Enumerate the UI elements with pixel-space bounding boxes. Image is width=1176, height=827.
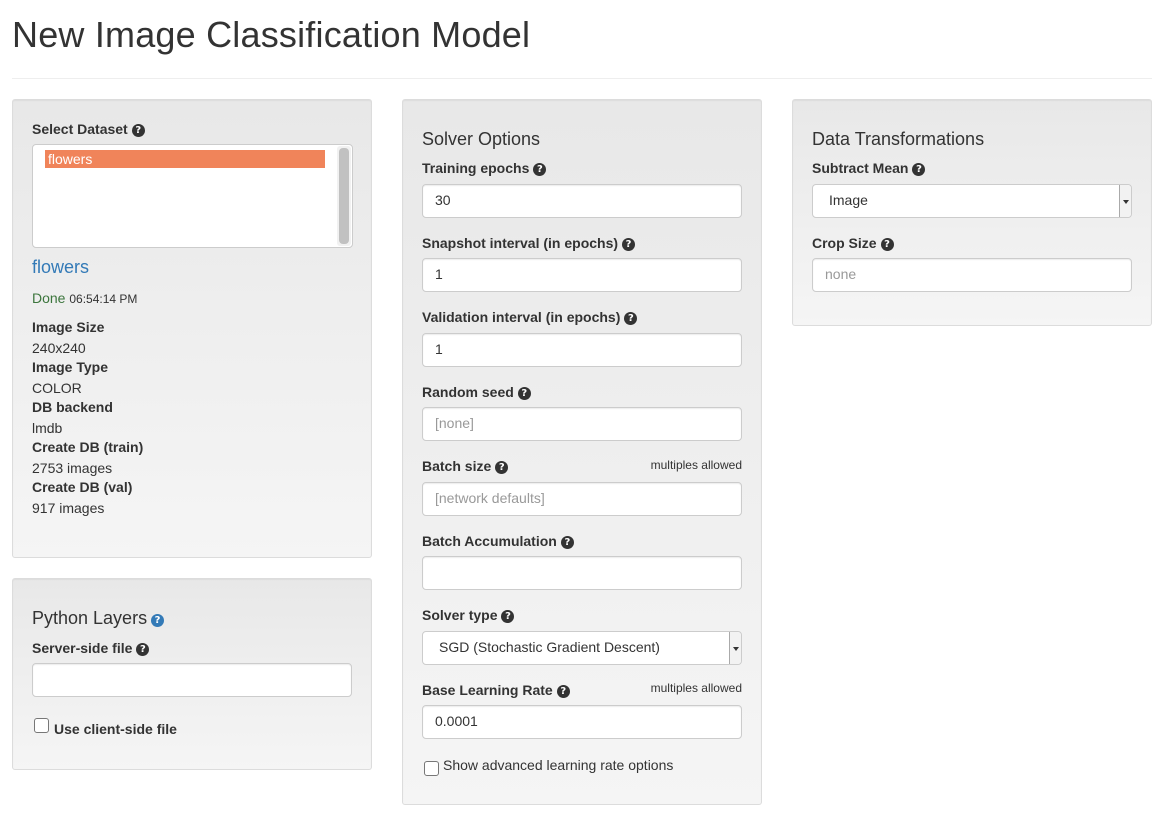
advanced-lr-checkbox[interactable] <box>424 761 439 776</box>
subtract-mean-label: Subtract Mean? <box>812 160 926 176</box>
detail-value: 2753 images <box>32 460 113 476</box>
training-epochs-input[interactable]: 30 <box>422 184 742 218</box>
client-file-label: Use client-side file <box>54 721 177 737</box>
select-dataset-label: Select Dataset? <box>32 121 145 137</box>
solver-type-value: SGD (Stochastic Gradient Descent) <box>439 639 660 655</box>
scrollbar-thumb[interactable] <box>339 148 349 244</box>
help-icon[interactable]: ? <box>556 685 570 698</box>
batch-size-note: multiples allowed <box>650 458 742 472</box>
server-file-label: Server-side file? <box>32 640 150 656</box>
help-icon[interactable]: ? <box>501 610 515 623</box>
help-icon[interactable]: ? <box>495 461 509 474</box>
detail-label: Create DB (train) <box>32 439 144 455</box>
batch-size-input[interactable]: [network defaults] <box>422 482 742 516</box>
help-icon[interactable]: ? <box>517 387 531 400</box>
subtract-mean-select[interactable]: Image <box>812 184 1132 218</box>
detail-label: Image Type <box>32 359 108 375</box>
crop-size-input[interactable]: none <box>812 258 1132 292</box>
random-seed-label: Random seed? <box>422 384 531 400</box>
help-icon[interactable]: ? <box>880 238 894 251</box>
batch-accumulation-input[interactable] <box>422 556 742 590</box>
validation-interval-input[interactable]: 1 <box>422 333 742 367</box>
client-file-checkbox[interactable] <box>34 718 49 733</box>
advanced-lr-label: Show advanced learning rate options <box>443 757 674 773</box>
detail-value: COLOR <box>32 380 82 396</box>
dataset-link[interactable]: flowers <box>32 257 89 278</box>
detail-label: Image Size <box>32 319 105 335</box>
dataset-panel: Select Dataset? flowers flowers Done 06:… <box>12 99 372 558</box>
python-layers-panel: Python Layers? Server-side file? Use cli… <box>12 578 372 770</box>
base-lr-input[interactable]: 0.0001 <box>422 705 742 739</box>
batch-accumulation-label: Batch Accumulation? <box>422 533 574 549</box>
validation-interval-label: Validation interval (in epochs)? <box>422 309 638 325</box>
transforms-panel: Data Transformations Subtract Mean? Imag… <box>792 99 1152 326</box>
detail-value: 917 images <box>32 500 105 516</box>
title-divider <box>12 78 1152 79</box>
page-title: New Image Classification Model <box>12 14 531 55</box>
transforms-heading: Data Transformations <box>812 129 985 149</box>
chevron-down-icon[interactable] <box>729 632 741 664</box>
help-icon[interactable]: ? <box>136 643 150 656</box>
random-seed-input[interactable]: [none] <box>422 407 742 441</box>
crop-size-label: Crop Size? <box>812 235 894 251</box>
help-icon[interactable]: ? <box>151 614 165 627</box>
solver-panel: Solver Options Training epochs? 30 Snaps… <box>402 99 762 805</box>
help-icon[interactable]: ? <box>624 312 638 325</box>
dataset-listbox[interactable]: flowers <box>32 144 353 248</box>
status-time: 06:54:14 PM <box>69 292 138 306</box>
help-icon[interactable]: ? <box>560 536 574 549</box>
python-layers-heading: Python Layers? <box>32 608 165 629</box>
solver-type-label: Solver type? <box>422 607 515 623</box>
detail-label: Create DB (val) <box>32 479 133 495</box>
detail-value: 240x240 <box>32 340 86 356</box>
solver-heading: Solver Options <box>422 129 541 149</box>
chevron-down-icon[interactable] <box>1119 185 1131 217</box>
listbox-scrollbar[interactable] <box>337 146 351 246</box>
detail-label: DB backend <box>32 399 113 415</box>
help-icon[interactable]: ? <box>912 163 926 176</box>
help-icon[interactable]: ? <box>533 163 547 176</box>
status-done: Done <box>32 290 66 306</box>
detail-value: lmdb <box>32 420 63 436</box>
batch-size-label: Batch size? <box>422 458 509 474</box>
subtract-mean-value: Image <box>829 192 868 208</box>
snapshot-interval-label: Snapshot interval (in epochs)? <box>422 235 636 251</box>
solver-type-select[interactable]: SGD (Stochastic Gradient Descent) <box>422 631 742 665</box>
training-epochs-label: Training epochs? <box>422 160 547 176</box>
dataset-status: Done 06:54:14 PM <box>32 290 137 306</box>
base-lr-note: multiples allowed <box>650 681 742 695</box>
dataset-option-flowers[interactable]: flowers <box>45 150 325 168</box>
base-lr-label: Base Learning Rate? <box>422 682 570 698</box>
snapshot-interval-input[interactable]: 1 <box>422 258 742 292</box>
server-file-input[interactable] <box>32 663 352 697</box>
help-icon[interactable]: ? <box>622 238 636 251</box>
help-icon[interactable]: ? <box>131 124 145 137</box>
